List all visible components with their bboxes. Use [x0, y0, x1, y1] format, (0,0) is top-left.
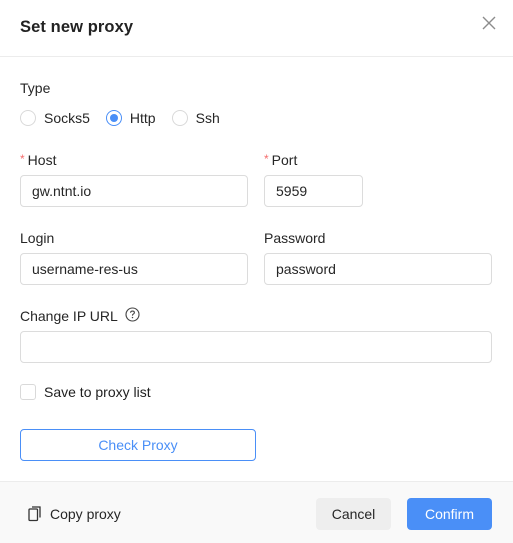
close-button[interactable]: [480, 14, 498, 32]
radio-circle[interactable]: [171, 110, 188, 126]
host-label-text: Host: [27, 152, 57, 168]
port-label-text: Port: [271, 152, 298, 168]
radio-circle-checked[interactable]: [105, 110, 122, 126]
radio-circle[interactable]: [20, 110, 36, 126]
password-label: Password: [264, 230, 326, 246]
radio-socks5[interactable]: Socks5: [20, 110, 90, 126]
check-proxy-button[interactable]: Check Proxy: [20, 429, 256, 461]
change-ip-url-label: Change IP URL: [20, 307, 140, 326]
copy-proxy-button[interactable]: Copy proxy: [28, 506, 121, 522]
radio-label: Http: [129, 110, 156, 126]
radio-http[interactable]: Http: [105, 110, 156, 126]
login-input[interactable]: [20, 253, 248, 285]
radio-ssh[interactable]: Ssh: [171, 110, 220, 126]
password-input[interactable]: [264, 253, 492, 285]
required-mark: *: [264, 152, 269, 166]
change-ip-url-label-text: Change IP URL: [20, 308, 118, 324]
change-ip-url-input[interactable]: [20, 331, 492, 363]
cancel-button[interactable]: Cancel: [316, 498, 391, 530]
host-input[interactable]: [20, 175, 248, 207]
copy-icon: [28, 506, 41, 522]
confirm-button[interactable]: Confirm: [407, 498, 492, 530]
port-label: * Port: [264, 152, 297, 168]
dialog-header: Set new proxy: [0, 0, 513, 57]
dialog-footer: Copy proxy Cancel Confirm: [0, 481, 513, 543]
close-icon: [482, 16, 496, 30]
type-label: Type: [20, 80, 51, 96]
save-to-proxy-list-checkbox[interactable]: [20, 384, 36, 400]
save-to-proxy-list-checkbox-row[interactable]: Save to proxy list: [20, 384, 151, 400]
copy-proxy-label: Copy proxy: [50, 506, 121, 522]
required-mark: *: [20, 152, 25, 166]
radio-label: Socks5: [44, 110, 90, 126]
proxy-type-radio-group: Socks5 Http Ssh: [20, 108, 236, 128]
port-input[interactable]: [264, 175, 363, 207]
dialog-title: Set new proxy: [20, 18, 134, 36]
radio-label: Ssh: [195, 110, 220, 126]
save-to-proxy-list-label: Save to proxy list: [44, 384, 151, 400]
host-label: * Host: [20, 152, 56, 168]
question-circle-icon[interactable]: [125, 307, 140, 325]
login-label: Login: [20, 230, 55, 246]
